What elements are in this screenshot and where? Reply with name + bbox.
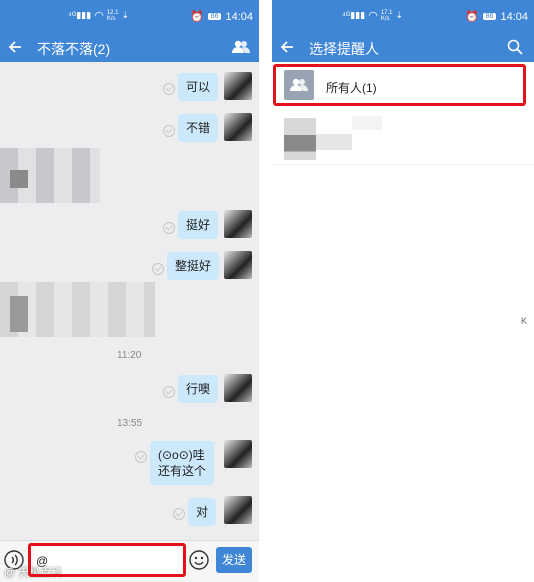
- blurred-avatar: [284, 118, 316, 160]
- back-arrow-icon[interactable]: [280, 40, 294, 54]
- message-bubble[interactable]: 对: [188, 498, 217, 526]
- blurred-avatar: [10, 296, 28, 332]
- timestamp: 13:55: [117, 418, 143, 429]
- signal-icon: ⁴ᴳ▮▮▮: [342, 10, 366, 20]
- send-button[interactable]: 发送: [216, 547, 252, 573]
- side-index-letter[interactable]: K: [521, 316, 527, 326]
- status-bar: ⁴ᴳ▮▮▮ ◠ 17.1 K/s ⇣ ⏰ 86 14:04: [272, 0, 534, 32]
- download-icon: ⇣: [121, 10, 130, 20]
- message-bubble[interactable]: 行噢: [178, 375, 219, 403]
- group-members-icon[interactable]: [232, 40, 250, 54]
- read-check-icon: [163, 222, 175, 234]
- read-check-icon: [163, 386, 175, 398]
- list-item-blurred[interactable]: [272, 112, 534, 165]
- panel-divider: [259, 0, 272, 582]
- network-speed: 17.1 K/s: [380, 9, 393, 22]
- timestamp: 11:20: [117, 350, 142, 361]
- network-speed: 12.1 K/s: [106, 9, 119, 22]
- blurred-row-text: [352, 116, 382, 130]
- alarm-icon: ⏰: [464, 11, 479, 23]
- signal-icon: ⁴ᴳ▮▮▮: [68, 10, 92, 20]
- read-check-icon: [152, 263, 164, 275]
- blurred-name: [316, 134, 352, 150]
- read-check-icon: [163, 125, 175, 137]
- battery-level: 86: [210, 13, 219, 20]
- read-check-icon: [173, 508, 185, 520]
- emoji-icon[interactable]: [189, 550, 209, 570]
- avatar[interactable]: [224, 210, 252, 238]
- battery-level: 86: [485, 13, 494, 20]
- avatar[interactable]: [224, 440, 252, 468]
- message-bubble[interactable]: (⊙o⊙)哇 还有这个: [150, 441, 215, 485]
- page-title: 选择提醒人: [309, 41, 379, 57]
- message-bubble[interactable]: 不错: [178, 114, 219, 142]
- back-arrow-icon[interactable]: [8, 40, 22, 54]
- blurred-avatar: [10, 170, 28, 188]
- chat-title: 不落不落(2): [37, 41, 111, 57]
- battery-icon: 86: [482, 13, 497, 20]
- avatar[interactable]: [224, 251, 252, 279]
- alarm-icon: ⏰: [189, 11, 204, 23]
- battery-icon: 86: [207, 13, 222, 20]
- avatar[interactable]: [224, 374, 252, 402]
- message-bubble[interactable]: 可以: [178, 73, 219, 101]
- highlight-all-members: [273, 64, 526, 106]
- message-bubble[interactable]: 挺好: [178, 211, 219, 239]
- status-bar: ⁴ᴳ▮▮▮ ◠ 12.1 K/s ⇣ ⏰ 86 14:04: [0, 0, 259, 32]
- read-check-icon: [163, 83, 175, 95]
- mention-panel: ⁴ᴳ▮▮▮ ◠ 17.1 K/s ⇣ ⏰ 86 14:04 选择提醒人 所有人(…: [272, 0, 534, 582]
- wifi-icon: ◠: [94, 10, 104, 22]
- download-icon: ⇣: [395, 10, 404, 20]
- message-bubble[interactable]: 整挺好: [167, 252, 220, 280]
- wifi-icon: ◠: [368, 10, 378, 22]
- read-check-icon: [135, 451, 147, 463]
- avatar[interactable]: [224, 496, 252, 524]
- chat-panel: ⁴ᴳ▮▮▮ ◠ 12.1 K/s ⇣ ⏰ 86 14:04 不落不落(2) 可以…: [0, 0, 259, 582]
- clock: 14:04: [500, 10, 528, 23]
- search-icon[interactable]: [507, 39, 523, 55]
- avatar[interactable]: [224, 72, 252, 100]
- clock: 14:04: [225, 10, 253, 23]
- chat-header: 不落不落(2): [0, 32, 259, 62]
- highlight-input-frame: [28, 543, 186, 577]
- mention-header: 选择提醒人: [272, 32, 534, 62]
- avatar[interactable]: [224, 113, 252, 141]
